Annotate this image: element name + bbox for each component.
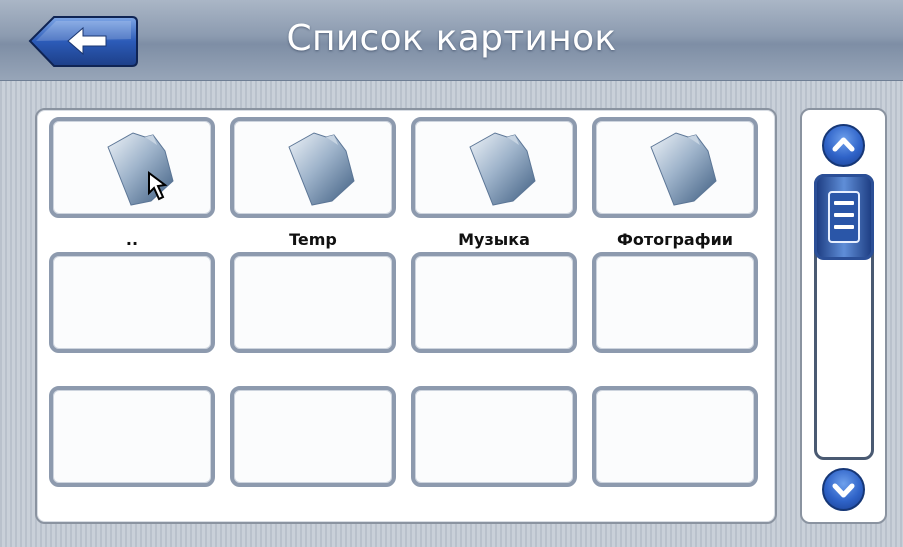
tile-label: Музыка	[458, 230, 530, 249]
empty-tile[interactable]	[49, 386, 215, 487]
tile-label: Фотографии	[616, 230, 734, 249]
scroll-panel	[800, 108, 887, 524]
header-bar: Список картинок	[0, 0, 903, 81]
page-title: Список картинок	[286, 18, 617, 59]
empty-tile[interactable]	[411, 386, 577, 487]
folder-icon	[288, 132, 355, 206]
file-grid-panel: .. Temp Музыка Фотографии	[35, 108, 777, 524]
scroll-down-button[interactable]	[822, 468, 865, 511]
empty-tile[interactable]	[592, 252, 758, 353]
empty-tile[interactable]	[230, 386, 396, 487]
scrollbar-track[interactable]	[814, 174, 874, 460]
chevron-up-icon	[832, 137, 855, 152]
scrollbar-thumb[interactable]	[814, 174, 874, 260]
folder-icon	[650, 132, 717, 206]
folder-tile-music[interactable]	[411, 117, 577, 218]
empty-tile[interactable]	[411, 252, 577, 353]
folder-icon	[107, 132, 174, 206]
folder-tile-temp[interactable]	[230, 117, 396, 218]
folder-tile-photos[interactable]	[592, 117, 758, 218]
folder-icon	[469, 132, 536, 206]
empty-tile[interactable]	[592, 386, 758, 487]
chevron-down-icon	[832, 483, 855, 498]
empty-tile[interactable]	[49, 252, 215, 353]
tile-label: ..	[125, 230, 139, 249]
folder-tile-parent[interactable]	[49, 117, 215, 218]
tile-label: Temp	[289, 230, 337, 249]
scroll-thumb-grip-icon	[828, 191, 860, 243]
scroll-up-button[interactable]	[822, 124, 865, 167]
empty-tile[interactable]	[230, 252, 396, 353]
